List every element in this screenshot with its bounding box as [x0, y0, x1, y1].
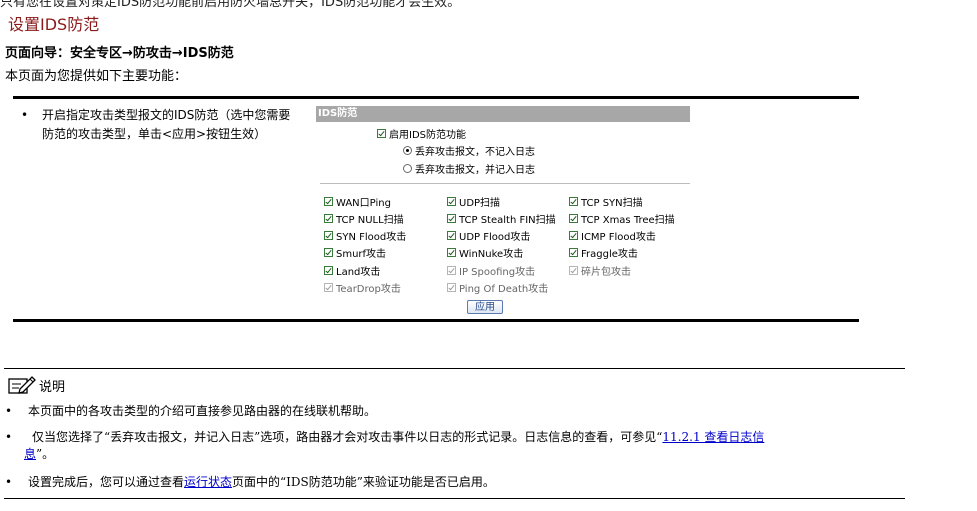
- attack-checkbox[interactable]: [569, 231, 578, 240]
- attack-label: TCP Xmas Tree扫描: [581, 215, 675, 226]
- attack-option: Fraggle攻击: [569, 245, 638, 260]
- attack-option: ICMP Flood攻击: [569, 228, 656, 243]
- attack-label: Fraggle攻击: [581, 249, 638, 260]
- attack-checkbox: [447, 283, 456, 292]
- attack-label: Ping Of Death攻击: [459, 284, 549, 295]
- section-title: 设置IDS防范: [8, 15, 100, 34]
- bullet: •: [5, 430, 13, 444]
- attack-option: IP Spoofing攻击: [447, 263, 535, 278]
- attack-option: TCP Xmas Tree扫描: [569, 211, 675, 226]
- bottom-rule: [13, 319, 859, 322]
- attack-checkbox[interactable]: [324, 197, 333, 206]
- attack-option: Ping Of Death攻击: [447, 280, 548, 295]
- note-item-2-text: 仅当您选择了“丢弃攻击报文，并记入日志”选项，路由器才会对攻击事件以日志的形式记…: [32, 430, 663, 444]
- panel-separator: [320, 183, 690, 184]
- attack-checkbox[interactable]: [324, 231, 333, 240]
- attack-label: Land攻击: [336, 267, 381, 278]
- attack-option: SYN Flood攻击: [324, 228, 406, 243]
- attack-checkbox: [324, 283, 333, 292]
- intro-text: 本页面为您提供如下主要功能：: [5, 69, 188, 84]
- feature-line-2: 防范的攻击类型，单击<应用>按钮生效）: [42, 127, 267, 141]
- attack-option: TCP SYN扫描: [569, 194, 643, 209]
- attack-label: TCP Stealth FIN扫描: [459, 215, 556, 226]
- attack-checkbox[interactable]: [324, 248, 333, 257]
- attack-option: UDP扫描: [447, 194, 500, 209]
- note-title: 说明: [39, 380, 66, 395]
- attack-label: TearDrop攻击: [336, 284, 401, 295]
- bullet: •: [5, 404, 13, 418]
- attack-checkbox[interactable]: [569, 214, 578, 223]
- enable-ids-checkbox[interactable]: [377, 129, 386, 138]
- attack-option: Land攻击: [324, 263, 380, 278]
- note-item-1: • 本页面中的各攻击类型的介绍可直接参见路由器的在线联机帮助。: [5, 403, 885, 420]
- attack-option: TCP NULL扫描: [324, 211, 404, 226]
- attack-label: IP Spoofing攻击: [459, 267, 536, 278]
- feature-line-1: 开启指定攻击类型报文的IDS防范（选中您需要: [42, 108, 291, 122]
- attack-option: TearDrop攻击: [324, 280, 401, 295]
- attack-label: WAN口Ping: [336, 198, 391, 209]
- radio-log-row: 丢弃攻击报文，并记入日志: [403, 161, 535, 176]
- attack-checkbox: [447, 266, 456, 275]
- attack-label: UDP Flood攻击: [459, 232, 531, 243]
- attack-checkbox[interactable]: [324, 214, 333, 223]
- attack-checkbox[interactable]: [447, 214, 456, 223]
- enable-ids-row: 启用IDS防范功能: [377, 126, 466, 141]
- feature-description: • 开启指定攻击类型报文的IDS防范（选中您需要 防范的攻击类型，单击<应用>按…: [21, 106, 303, 144]
- note-item-2: • 仅当您选择了“丢弃攻击报文，并记入日志”选项，路由器才会对攻击事件以日志的形…: [5, 429, 885, 463]
- attack-checkbox[interactable]: [447, 197, 456, 206]
- attack-option: UDP Flood攻击: [447, 228, 530, 243]
- attack-label: SYN Flood攻击: [336, 232, 407, 243]
- note-item-2-tail: ”。: [36, 447, 55, 461]
- attack-checkbox[interactable]: [447, 248, 456, 257]
- attack-label: WinNuke攻击: [459, 249, 524, 260]
- panel-header: IDS防范: [316, 106, 690, 122]
- attack-option: Smurf攻击: [324, 245, 386, 260]
- attack-checkbox[interactable]: [324, 266, 333, 275]
- note-bottom-rule: [4, 498, 905, 499]
- view-log-link[interactable]: 11.2.1 查看日志信: [662, 430, 764, 444]
- note-item-3-text: 设置完成后，您可以通过查看: [28, 475, 185, 489]
- attack-label: TCP SYN扫描: [581, 198, 643, 209]
- attack-label: TCP NULL扫描: [336, 215, 404, 226]
- run-status-link[interactable]: 运行状态: [184, 475, 232, 489]
- attack-label: 碎片包攻击: [581, 267, 631, 278]
- note-item-3-tail: 页面中的“IDS防范功能”来验证功能是否已启用。: [232, 475, 495, 489]
- apply-button[interactable]: 应用: [467, 300, 503, 314]
- ids-panel-screenshot: IDS防范 启用IDS防范功能 丢弃攻击报文，不记入日志 丢弃攻击报文，并记入日…: [316, 106, 690, 316]
- note-top-rule: [4, 368, 905, 369]
- note-item-2-line-1: 仅当您选择了“丢弃攻击报文，并记入日志”选项，路由器才会对攻击事件以日志的形式记…: [5, 429, 885, 446]
- note-item-1-text: 本页面中的各攻击类型的介绍可直接参见路由器的在线联机帮助。: [28, 404, 377, 418]
- radio-log-label: 丢弃攻击报文，并记入日志: [415, 165, 535, 176]
- note-item-3-line: 设置完成后，您可以通过查看运行状态页面中的“IDS防范功能”来验证功能是否已启用…: [5, 474, 885, 491]
- attack-option: 碎片包攻击: [569, 263, 631, 278]
- attack-label: ICMP Flood攻击: [581, 232, 656, 243]
- attack-option: WinNuke攻击: [447, 245, 523, 260]
- top-rule: [13, 96, 859, 99]
- radio-no-log-label: 丢弃攻击报文，不记入日志: [415, 147, 535, 158]
- attack-option: WAN口Ping: [324, 194, 391, 209]
- note-item-3: • 设置完成后，您可以通过查看运行状态页面中的“IDS防范功能”来验证功能是否已…: [5, 474, 885, 491]
- note-item-2-line-2: 息”。: [5, 446, 885, 463]
- bullet: •: [21, 108, 29, 122]
- attack-checkbox[interactable]: [447, 231, 456, 240]
- note-pencil-icon: [8, 376, 36, 394]
- view-log-link-cont[interactable]: 息: [24, 447, 36, 461]
- enable-ids-label: 启用IDS防范功能: [389, 130, 466, 141]
- attack-label: UDP扫描: [459, 198, 501, 209]
- attack-option: TCP Stealth FIN扫描: [447, 211, 556, 226]
- radio-no-log-row: 丢弃攻击报文，不记入日志: [403, 143, 535, 158]
- radio-drop-no-log[interactable]: [403, 146, 412, 155]
- bullet: •: [5, 475, 13, 489]
- note-header: 说明: [7, 375, 65, 395]
- page-nav-path: 页面向导：安全专区→防攻击→IDS防范: [5, 46, 234, 61]
- top-cut-text: 只有您在设置对策定IDS防范功能前启用防火墙总开关，IDS防范功能才会生效。: [0, 0, 461, 10]
- attack-checkbox[interactable]: [569, 197, 578, 206]
- attack-checkbox[interactable]: [569, 248, 578, 257]
- radio-drop-log[interactable]: [403, 164, 412, 173]
- attack-label: Smurf攻击: [336, 249, 387, 260]
- attack-checkbox: [569, 266, 578, 275]
